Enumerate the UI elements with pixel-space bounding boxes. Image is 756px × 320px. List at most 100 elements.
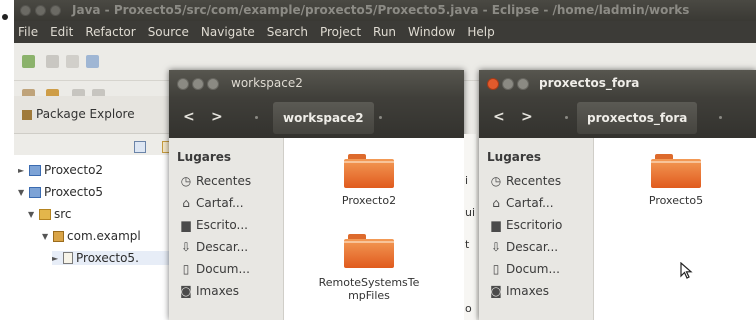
- workspace-window: workspace2 < > workspace2 Lugares ◷ Recen…: [169, 70, 464, 320]
- menu-edit[interactable]: Edit: [50, 25, 73, 39]
- document-icon: ▯: [492, 262, 500, 276]
- home-icon: ⌂: [182, 196, 190, 210]
- tree-item-label: Proxecto5: [44, 185, 104, 199]
- package-explorer-toolbar: [134, 141, 174, 153]
- place-images[interactable]: ◙ Imaxes: [179, 284, 281, 298]
- collapse-arrow-icon[interactable]: ▼: [28, 210, 36, 219]
- maximize-button[interactable]: [517, 78, 529, 90]
- workspace-toolbar: < > workspace2: [169, 98, 464, 138]
- tree-item[interactable]: ► Proxecto2: [18, 163, 103, 177]
- tree-item-label: Proxecto2: [44, 163, 104, 177]
- places-sidebar: Lugares ◷ Recentes ⌂ Cartaf... ▆ Escrito...…: [169, 138, 284, 320]
- back-button[interactable]: <: [493, 109, 505, 125]
- minimize-button[interactable]: [192, 78, 204, 90]
- expand-arrow-icon[interactable]: ►: [18, 166, 26, 175]
- folder-label[interactable]: RemoteSystemsTe mpFiles: [294, 276, 444, 302]
- clock-icon: ◷: [180, 174, 192, 188]
- save-icon[interactable]: [46, 55, 59, 68]
- document-icon: ▯: [182, 262, 190, 276]
- close-button[interactable]: [487, 78, 499, 90]
- close-button[interactable]: [177, 78, 189, 90]
- new-icon[interactable]: [22, 55, 35, 68]
- forward-button[interactable]: >: [521, 109, 533, 125]
- collapse-arrow-icon[interactable]: ▼: [42, 232, 50, 241]
- bullet-dot: [2, 14, 8, 20]
- tree-item[interactable]: ▼ com.exampl: [42, 229, 141, 243]
- place-images[interactable]: ◙ Imaxes: [489, 284, 591, 298]
- folder-label[interactable]: Proxecto5: [611, 194, 741, 207]
- place-downloads[interactable]: ⇩ Descar...: [179, 240, 281, 254]
- collapse-arrow-icon[interactable]: ▼: [18, 188, 26, 197]
- place-home[interactable]: ⌂ Cartaf...: [489, 196, 591, 210]
- tree-item[interactable]: ▼ src: [28, 207, 72, 221]
- window-title: Java - Proxecto5/src/com/example/proxect…: [72, 3, 690, 17]
- editor-text: t: [465, 238, 470, 251]
- place-documents[interactable]: ▯ Docum...: [489, 262, 591, 276]
- folder-icon[interactable]: [344, 234, 394, 268]
- package-explorer-title[interactable]: Package Explore: [22, 107, 135, 121]
- tree-item-selected[interactable]: ► Proxecto5.: [52, 251, 182, 265]
- expand-arrow-icon[interactable]: ►: [52, 254, 60, 263]
- places-header: Lugares: [177, 150, 232, 164]
- crumb-separator: [719, 116, 722, 119]
- maximize-button[interactable]: [50, 5, 61, 16]
- menu-navigate[interactable]: Navigate: [201, 25, 255, 39]
- place-documents[interactable]: ▯ Docum...: [179, 262, 281, 276]
- editor-fragment: i ui t o: [464, 134, 476, 320]
- debug-icon[interactable]: [86, 55, 99, 68]
- screenshot: Java - Proxecto5/src/com/example/proxect…: [14, 0, 756, 320]
- file-view: Proxecto5: [594, 138, 756, 320]
- place-recent[interactable]: ◷ Recentes: [179, 174, 281, 188]
- place-home[interactable]: ⌂ Cartaf...: [179, 196, 281, 210]
- editor-text: ui: [465, 206, 476, 219]
- collapse-all-icon[interactable]: [134, 141, 146, 153]
- place-downloads[interactable]: ⇩ Descar...: [489, 240, 591, 254]
- workspace-window-titlebar: workspace2: [169, 70, 464, 98]
- breadcrumb[interactable]: proxectos_fora: [577, 102, 698, 134]
- package-icon: [53, 230, 64, 242]
- clock-icon: ◷: [490, 174, 502, 188]
- outside-window-titlebar: proxectos_fora: [479, 70, 756, 98]
- folder-icon[interactable]: [651, 154, 701, 188]
- project-icon: [29, 164, 41, 176]
- place-label: Cartaf...: [506, 196, 554, 210]
- place-label: Recentes: [506, 174, 562, 188]
- place-desktop[interactable]: ▆ Escritorio: [489, 218, 591, 232]
- places-sidebar: Lugares ◷ Recentes ⌂ Cartaf... ▆ Escritorio…: [479, 138, 594, 320]
- place-desktop[interactable]: ▆ Escrito...: [179, 218, 281, 232]
- tree-item-label: com.exampl: [67, 229, 141, 243]
- editor-text: o: [465, 302, 472, 315]
- editor-text: i: [465, 174, 469, 187]
- tree-item-label: Proxecto5.: [76, 251, 139, 265]
- menu-source[interactable]: Source: [148, 25, 189, 39]
- folder-icon[interactable]: [344, 154, 394, 188]
- place-recent[interactable]: ◷ Recentes: [489, 174, 591, 188]
- java-file-icon: [63, 252, 73, 264]
- back-button[interactable]: <: [183, 109, 195, 125]
- maximize-button[interactable]: [207, 78, 219, 90]
- camera-icon: ◙: [490, 284, 502, 298]
- camera-icon: ◙: [180, 284, 192, 298]
- tree-item[interactable]: ▼ Proxecto5: [18, 185, 103, 199]
- menu-help[interactable]: Help: [467, 25, 494, 39]
- menu-run[interactable]: Run: [373, 25, 396, 39]
- window-title: workspace2: [231, 76, 303, 90]
- crumb-separator: [379, 116, 382, 119]
- menu-project[interactable]: Project: [320, 25, 361, 39]
- outside-window: proxectos_fora < > proxectos_fora Lugare…: [479, 70, 756, 320]
- window-controls: [20, 5, 61, 16]
- minimize-button[interactable]: [502, 78, 514, 90]
- breadcrumb[interactable]: workspace2: [273, 102, 374, 134]
- menu-refactor[interactable]: Refactor: [85, 25, 135, 39]
- print-icon[interactable]: [66, 55, 79, 68]
- forward-button[interactable]: >: [211, 109, 223, 125]
- menu-window[interactable]: Window: [408, 25, 455, 39]
- source-folder-icon: [39, 208, 51, 220]
- folder-label[interactable]: Proxecto2: [304, 194, 434, 207]
- minimize-button[interactable]: [35, 5, 46, 16]
- place-label: Imaxes: [506, 284, 549, 298]
- menu-file[interactable]: File: [18, 25, 38, 39]
- package-tree: ► Proxecto2 ▼ Proxecto5 ▼ src ▼ com.exampl ►…: [14, 155, 184, 320]
- close-button[interactable]: [20, 5, 31, 16]
- menu-search[interactable]: Search: [267, 25, 308, 39]
